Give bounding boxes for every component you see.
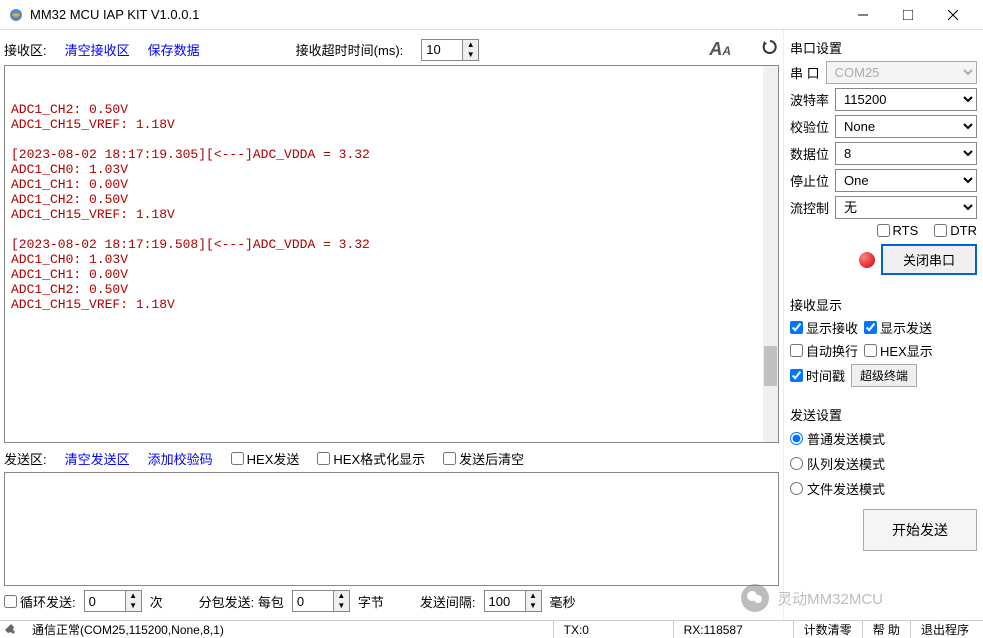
- interval-label: 发送间隔:: [420, 592, 476, 611]
- loop-count-spinner[interactable]: ▲▼: [84, 590, 142, 612]
- mode-normal-radio[interactable]: 普通发送模式: [790, 426, 977, 451]
- scroll-thumb[interactable]: [764, 346, 777, 386]
- clear-count-button[interactable]: 计数清零: [794, 621, 863, 638]
- font-size-icon[interactable]: AA: [709, 39, 731, 60]
- serial-settings-title: 串口设置: [790, 34, 977, 59]
- show-rx-checkbox[interactable]: 显示接收: [790, 318, 858, 337]
- app-logo-icon: [8, 7, 24, 23]
- wechat-icon: [741, 584, 769, 612]
- interval-spinner[interactable]: ▲▼: [484, 590, 542, 612]
- mode-queue-radio[interactable]: 队列发送模式: [790, 451, 977, 476]
- close-port-button[interactable]: 关闭串口: [881, 244, 977, 275]
- loop-unit: 次: [150, 592, 163, 611]
- save-data-link[interactable]: 保存数据: [148, 40, 200, 59]
- stop-label: 停止位: [790, 171, 829, 190]
- show-tx-checkbox[interactable]: 显示发送: [864, 318, 932, 337]
- flow-label: 流控制: [790, 198, 829, 217]
- auto-wrap-checkbox[interactable]: 自动换行: [790, 341, 858, 360]
- help-button[interactable]: 帮 助: [863, 621, 911, 638]
- maximize-button[interactable]: [885, 1, 930, 29]
- packet-unit: 字节: [358, 592, 384, 611]
- packet-label: 分包发送: 每包: [199, 592, 284, 611]
- clear-rx-link[interactable]: 清空接收区: [65, 40, 130, 59]
- rts-checkbox[interactable]: RTS: [877, 223, 919, 238]
- refresh-icon[interactable]: [761, 38, 779, 61]
- rx-label: 接收区:: [4, 40, 47, 59]
- parity-select[interactable]: None: [835, 115, 977, 138]
- status-connection: 通信正常(COM25,115200,None,8,1): [22, 621, 554, 638]
- stop-select[interactable]: One: [835, 169, 977, 192]
- dtr-checkbox[interactable]: DTR: [934, 223, 977, 238]
- tx-settings-title: 发送设置: [790, 401, 977, 426]
- timeout-input[interactable]: [422, 40, 462, 59]
- exit-button[interactable]: 退出程序: [911, 621, 979, 638]
- window-title: MM32 MCU IAP KIT V1.0.0.1: [30, 7, 840, 22]
- pin-icon[interactable]: [4, 623, 18, 637]
- baud-label: 波特率: [790, 90, 829, 109]
- add-checksum-link[interactable]: 添加校验码: [148, 449, 213, 468]
- status-led-icon: [859, 252, 875, 268]
- data-label: 数据位: [790, 144, 829, 163]
- hex-send-checkbox[interactable]: HEX发送: [231, 449, 300, 468]
- status-rx: RX:118587: [674, 621, 794, 638]
- mode-file-radio[interactable]: 文件发送模式: [790, 476, 977, 501]
- scrollbar[interactable]: [763, 66, 778, 442]
- hex-disp-checkbox[interactable]: HEX显示: [864, 341, 933, 360]
- rx-terminal[interactable]: ADC1_CH2: 0.50V ADC1_CH15_VREF: 1.18V [2…: [4, 65, 779, 443]
- super-terminal-button[interactable]: 超级终端: [851, 364, 917, 387]
- rx-display-title: 接收显示: [790, 291, 977, 316]
- packet-size-spinner[interactable]: ▲▼: [292, 590, 350, 612]
- timeout-spinner[interactable]: ▲▼: [421, 39, 479, 61]
- clear-tx-link[interactable]: 清空发送区: [65, 449, 130, 468]
- tx-label: 发送区:: [4, 449, 47, 468]
- baud-select[interactable]: 115200: [835, 88, 977, 111]
- flow-select[interactable]: 无: [835, 196, 977, 219]
- spin-up-icon[interactable]: ▲: [462, 40, 478, 50]
- interval-unit: 毫秒: [550, 592, 576, 611]
- loop-send-checkbox[interactable]: 循环发送:: [4, 592, 76, 611]
- minimize-button[interactable]: [840, 1, 885, 29]
- watermark: 灵动MM32MCU: [741, 584, 883, 612]
- port-label: 串 口: [790, 63, 820, 82]
- tx-textarea[interactable]: [4, 472, 779, 586]
- timeout-label: 接收超时时间(ms):: [296, 40, 404, 59]
- timestamp-checkbox[interactable]: 时间戳: [790, 366, 845, 385]
- spin-down-icon[interactable]: ▼: [462, 50, 478, 60]
- port-select[interactable]: COM25: [826, 61, 977, 84]
- close-button[interactable]: [930, 1, 975, 29]
- status-tx: TX:0: [554, 621, 674, 638]
- data-select[interactable]: 8: [835, 142, 977, 165]
- hex-display-checkbox[interactable]: HEX格式化显示: [317, 449, 425, 468]
- start-send-button[interactable]: 开始发送: [863, 509, 977, 551]
- clear-after-checkbox[interactable]: 发送后清空: [443, 449, 524, 468]
- parity-label: 校验位: [790, 117, 829, 136]
